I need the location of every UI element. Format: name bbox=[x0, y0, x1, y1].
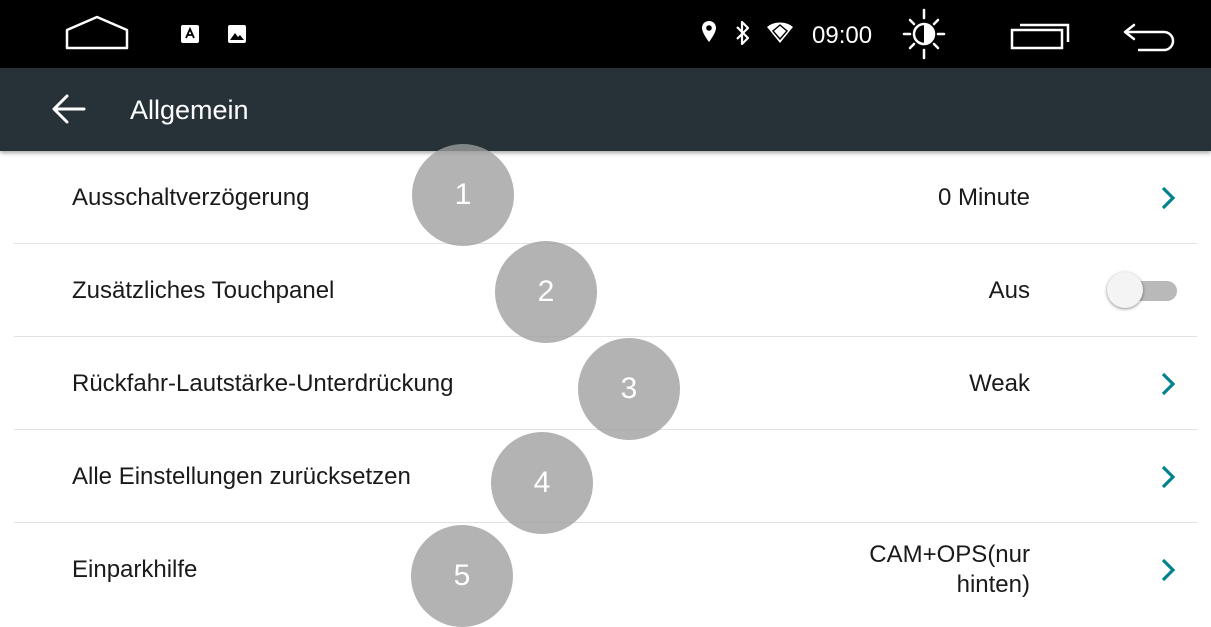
setting-row-einparkhilfe[interactable]: Einparkhilfe CAM+OPS(nur hinten) bbox=[0, 523, 1211, 616]
chevron-right-icon[interactable] bbox=[1160, 464, 1176, 490]
chevron-right-icon[interactable] bbox=[1160, 371, 1176, 397]
app-bar: Allgemein bbox=[0, 68, 1211, 151]
marker-2: 2 bbox=[495, 241, 597, 343]
home-outline-icon[interactable] bbox=[65, 14, 129, 52]
marker-4: 4 bbox=[491, 432, 593, 534]
setting-value: CAM+OPS(nur hinten) bbox=[869, 540, 1030, 598]
bluetooth-icon bbox=[734, 20, 752, 46]
brightness-icon[interactable] bbox=[902, 7, 946, 61]
setting-label: Einparkhilfe bbox=[72, 555, 198, 583]
setting-label: Ausschaltverzögerung bbox=[72, 183, 310, 211]
setting-value: Weak bbox=[969, 369, 1030, 397]
marker-1: 1 bbox=[412, 144, 514, 246]
toggle-thumb bbox=[1107, 272, 1143, 308]
status-time: 09:00 bbox=[812, 22, 873, 49]
setting-value: Aus bbox=[988, 276, 1030, 304]
setting-row-reset[interactable]: Alle Einstellungen zurücksetzen bbox=[0, 430, 1211, 523]
chevron-right-icon[interactable] bbox=[1160, 557, 1176, 583]
setting-label: Alle Einstellungen zurücksetzen bbox=[72, 462, 411, 490]
back-arrow-icon[interactable] bbox=[1122, 22, 1180, 52]
setting-row-ausschaltverzoegerung[interactable]: Ausschaltverzögerung 0 Minute bbox=[0, 151, 1211, 244]
image-icon bbox=[227, 24, 247, 44]
page-title: Allgemein bbox=[130, 95, 249, 125]
touchpanel-toggle[interactable] bbox=[1105, 271, 1177, 311]
marker-5: 5 bbox=[411, 525, 513, 627]
arrow-left-icon[interactable] bbox=[50, 92, 90, 126]
chevron-right-icon[interactable] bbox=[1160, 185, 1176, 211]
recent-apps-icon[interactable] bbox=[1010, 22, 1072, 50]
setting-label: Zusätzliches Touchpanel bbox=[72, 276, 335, 304]
setting-value: 0 Minute bbox=[937, 183, 1030, 211]
keyboard-a-icon bbox=[180, 24, 200, 44]
marker-3: 3 bbox=[578, 338, 680, 440]
setting-label: Rückfahr-Lautstärke-Unterdrückung bbox=[72, 369, 454, 397]
setting-row-touchpanel[interactable]: Zusätzliches Touchpanel Aus bbox=[0, 244, 1211, 337]
status-bar: 09:00 bbox=[0, 0, 1211, 68]
location-pin-icon bbox=[701, 20, 717, 46]
wifi-icon bbox=[766, 21, 794, 45]
